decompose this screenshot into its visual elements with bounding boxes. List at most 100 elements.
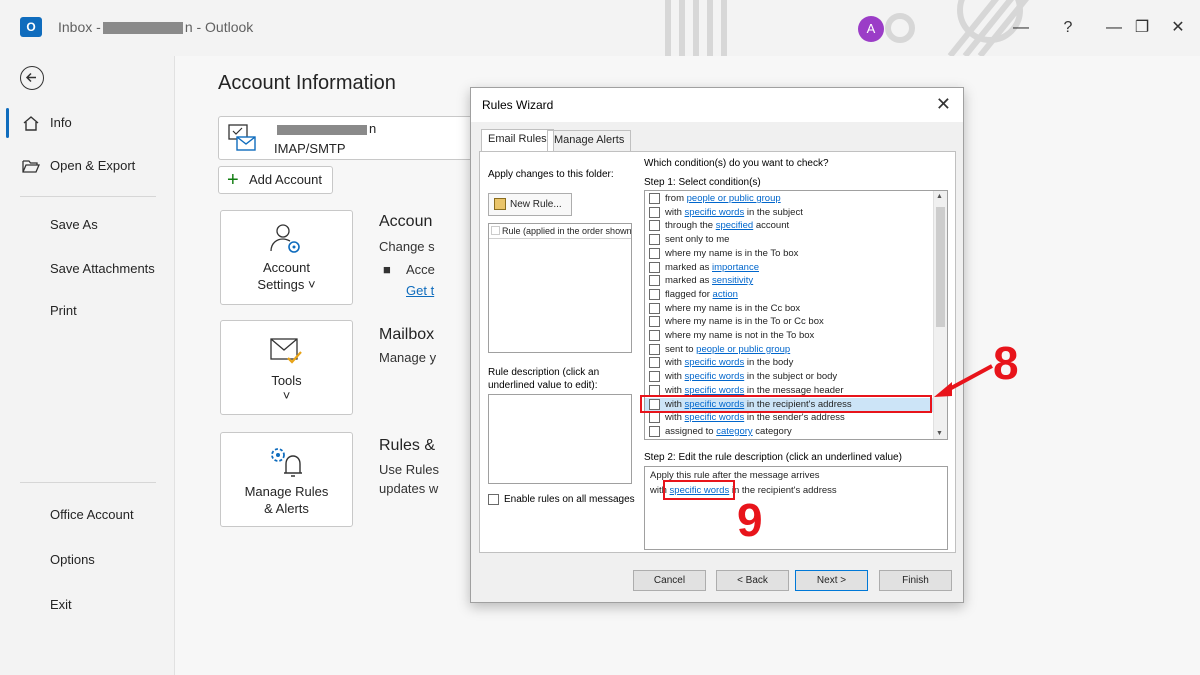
step-9-label: 9 — [737, 494, 763, 546]
nav-item-office-account[interactable]: Office Account — [0, 498, 175, 532]
condition-row[interactable]: flagged for action — [645, 288, 933, 302]
condition-value-link[interactable]: specific words — [685, 357, 745, 368]
rules-heading: Rules & — [379, 437, 436, 454]
condition-row[interactable]: where my name is in the To box — [645, 247, 933, 261]
redacted-email — [102, 22, 183, 35]
close-button[interactable]: ✕ — [1164, 14, 1192, 42]
condition-row[interactable]: through the specified account — [645, 219, 933, 233]
condition-row[interactable]: marked as sensitivity — [645, 274, 933, 288]
rule-description-box — [488, 394, 632, 484]
enable-rules-checkbox[interactable] — [488, 494, 499, 505]
condition-checkbox[interactable] — [649, 302, 660, 314]
avatar[interactable]: A — [858, 16, 884, 42]
mail-account-icon — [228, 124, 256, 151]
account-settings-tile[interactable]: Account Settings ˅ — [220, 210, 353, 305]
condition-checkbox[interactable] — [649, 247, 660, 259]
condition-checkbox[interactable] — [649, 316, 660, 328]
condition-checkbox[interactable] — [649, 288, 660, 300]
rules-desc: Use Rules — [379, 462, 439, 477]
condition-checkbox[interactable] — [649, 220, 660, 232]
minimize-button[interactable]: — — [1007, 14, 1035, 42]
dialog-title: Rules Wizard — [482, 98, 554, 112]
dialog-close-icon[interactable]: ✕ — [936, 94, 951, 115]
condition-value-link[interactable]: action — [713, 289, 738, 300]
mailbox-heading: Mailbox — [379, 326, 435, 343]
condition-checkbox[interactable] — [649, 206, 660, 218]
condition-checkbox[interactable] — [649, 330, 660, 341]
condition-value-link[interactable]: importance — [712, 262, 759, 273]
tab-manage-alerts[interactable]: Manage Alerts — [547, 130, 632, 151]
tab-email-rules[interactable]: Email Rules — [481, 129, 554, 152]
step2-description-box: Apply this rule after the message arrive… — [644, 466, 948, 550]
condition-row[interactable]: with specific words in the subject or bo… — [645, 370, 933, 384]
highlight-link-box — [663, 480, 735, 500]
manage-rules-alerts-tile[interactable]: Manage Rules & Alerts — [220, 432, 353, 527]
nav-item-save-attachments[interactable]: Save Attachments — [0, 252, 175, 286]
condition-value-link[interactable]: specific words — [685, 207, 745, 218]
add-account-button[interactable]: + Add Account — [218, 166, 333, 194]
condition-checkbox[interactable] — [649, 412, 660, 424]
condition-row[interactable]: sent only to me — [645, 233, 933, 247]
condition-row[interactable]: where my name is in the Cc box — [645, 302, 933, 316]
rules-desc-line2: updates w — [379, 481, 439, 496]
condition-checkbox[interactable] — [649, 193, 660, 204]
condition-value-link[interactable]: specific words — [685, 412, 745, 423]
back-button[interactable]: < Back — [716, 570, 789, 591]
condition-checkbox[interactable] — [649, 357, 660, 369]
title-bar: O Inbox -n - Outlook A — ? — ❐ ✕ — [0, 0, 1200, 56]
condition-row[interactable]: with specific words in the subject — [645, 206, 933, 220]
rules-list[interactable]: Rule (applied in the order shown — [488, 223, 632, 353]
condition-value-link[interactable]: people or public group — [687, 193, 781, 204]
condition-checkbox[interactable] — [649, 275, 660, 287]
scroll-thumb[interactable] — [936, 207, 945, 327]
ribbon-minimize-button[interactable]: — — [1100, 14, 1128, 42]
condition-checkbox[interactable] — [649, 343, 660, 355]
tools-tile[interactable]: Tools ˅ — [220, 320, 353, 415]
condition-checkbox[interactable] — [649, 234, 660, 246]
nav-item-options[interactable]: Options — [0, 543, 175, 577]
new-rule-icon — [494, 198, 506, 210]
condition-value-link[interactable]: category — [716, 426, 752, 437]
nav-item-print[interactable]: Print — [0, 294, 175, 328]
scroll-up-icon[interactable]: ▲ — [936, 193, 943, 200]
back-arrow-icon[interactable] — [20, 66, 44, 90]
condition-value-link[interactable]: specified — [716, 220, 754, 231]
nav-item-info[interactable]: Info — [0, 106, 175, 140]
condition-row[interactable]: from people or public group — [645, 192, 933, 206]
condition-row[interactable]: with specific words in the body — [645, 356, 933, 370]
nav-item-open-export[interactable]: Open & Export — [0, 149, 175, 183]
condition-row[interactable]: where my name is in the To or Cc box — [645, 315, 933, 329]
help-button[interactable]: ? — [1054, 14, 1082, 42]
highlight-condition-box — [640, 395, 932, 413]
cancel-button[interactable]: Cancel — [633, 570, 706, 591]
folder-open-icon — [22, 160, 40, 173]
conditions-question: Which condition(s) do you want to check? — [644, 158, 829, 169]
rules-list-header: Rule (applied in the order shown — [489, 224, 631, 239]
condition-row[interactable]: assigned to category category — [645, 425, 933, 439]
condition-checkbox[interactable] — [649, 371, 660, 383]
backstage-nav: Info Open & Export Save As Save Attachme… — [0, 56, 175, 675]
condition-row[interactable]: sent to people or public group — [645, 343, 933, 357]
finish-button[interactable]: Finish — [879, 570, 952, 591]
new-rule-button[interactable]: New Rule... — [488, 193, 572, 216]
apply-folder-label: Apply changes to this folder: — [488, 169, 614, 180]
nav-item-exit[interactable]: Exit — [0, 588, 175, 622]
rules-wizard-dialog: Rules Wizard ✕ Email Rules Manage Alerts… — [470, 87, 964, 603]
next-button[interactable]: Next > — [795, 570, 868, 591]
mail-check-icon — [270, 338, 302, 364]
get-app-link[interactable]: Get t — [406, 283, 434, 298]
condition-row[interactable]: marked as importance — [645, 261, 933, 275]
window-title: Inbox -n - Outlook — [58, 19, 254, 35]
condition-value-link[interactable]: specific words — [685, 371, 745, 382]
bullet-icon: ■ — [383, 262, 391, 277]
condition-checkbox[interactable] — [649, 425, 660, 437]
condition-row[interactable]: where my name is not in the To box — [645, 329, 933, 343]
restore-button[interactable]: ❐ — [1128, 14, 1156, 42]
condition-value-link[interactable]: sensitivity — [712, 275, 753, 286]
condition-checkbox[interactable] — [649, 261, 660, 273]
conditions-scrollbar[interactable]: ▲ ▼ — [933, 191, 947, 439]
nav-item-save-as[interactable]: Save As — [0, 208, 175, 242]
condition-value-link[interactable]: people or public group — [696, 344, 790, 355]
scroll-down-icon[interactable]: ▼ — [936, 430, 943, 437]
condition-row[interactable]: with specific words in the sender's addr… — [645, 411, 933, 425]
